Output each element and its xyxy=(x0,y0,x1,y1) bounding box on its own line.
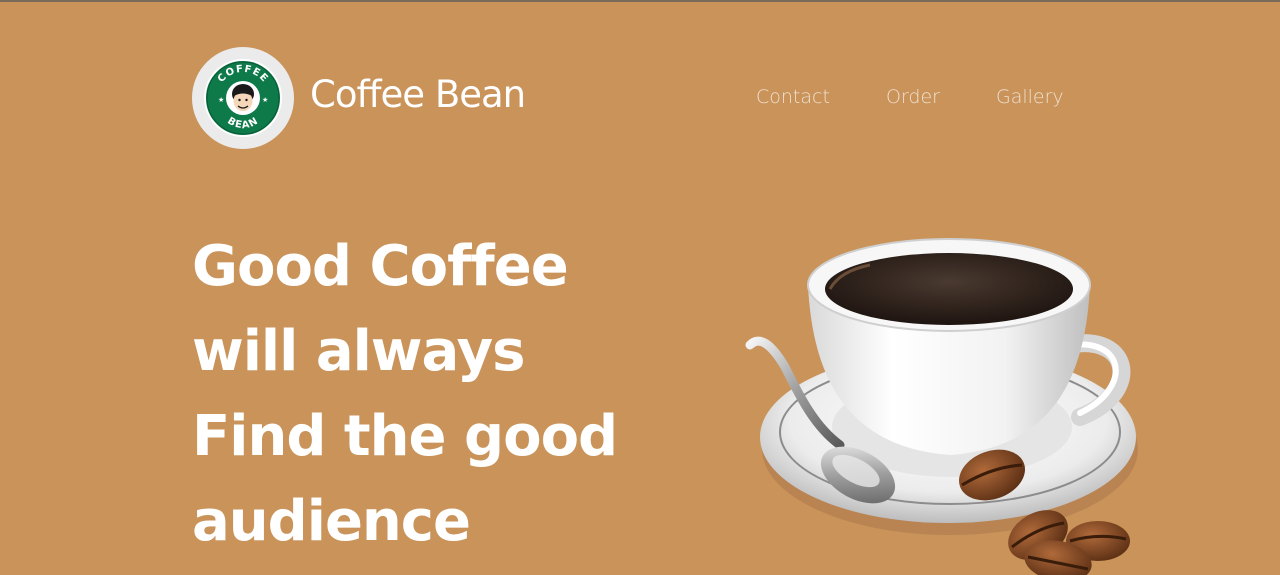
page: COFFEE BEAN ★ ★ Coffee Bean Contact Orde… xyxy=(0,2,1280,575)
hero-line-2: will always xyxy=(192,319,525,384)
hero-line-1: Good Coffee xyxy=(192,234,569,299)
svg-text:★: ★ xyxy=(218,96,224,104)
nav-contact[interactable]: Contact xyxy=(756,86,830,108)
hero-line-4: audience xyxy=(192,489,471,554)
hero-line-3: Find the good xyxy=(192,404,618,469)
nav-order[interactable]: Order xyxy=(886,86,940,108)
coffee-cup-illustration-icon xyxy=(745,238,1138,575)
brand-name[interactable]: Coffee Bean xyxy=(310,73,526,116)
hero-heading: Good Coffee will always Find the good au… xyxy=(192,224,692,564)
coffee-bean-logo-icon: COFFEE BEAN ★ ★ xyxy=(204,59,282,137)
brand-logo[interactable]: COFFEE BEAN ★ ★ xyxy=(192,47,294,149)
svg-text:★: ★ xyxy=(262,96,268,104)
nav-gallery[interactable]: Gallery xyxy=(996,86,1064,108)
